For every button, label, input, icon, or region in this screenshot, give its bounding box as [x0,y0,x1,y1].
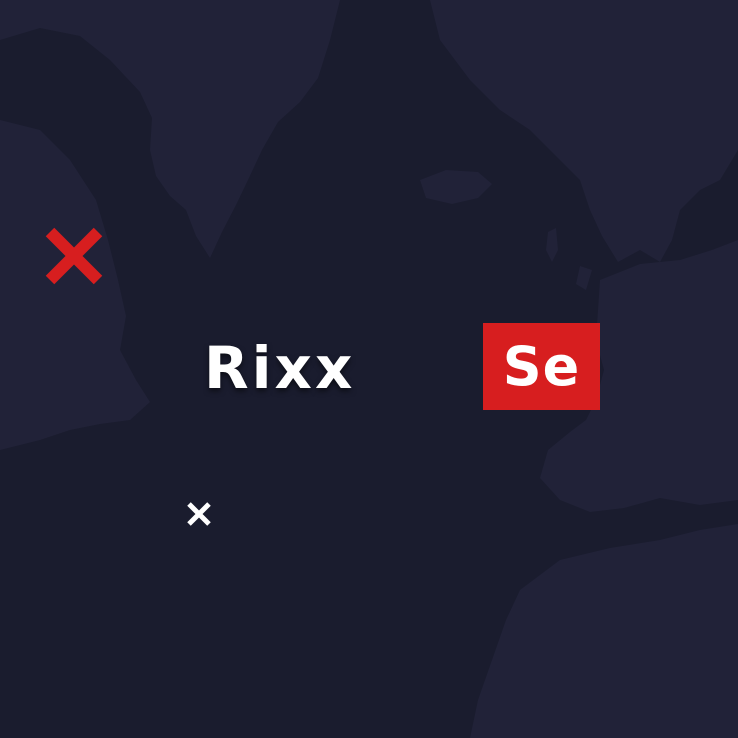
white-x-icon [187,502,211,526]
red-x-icon [45,227,103,285]
world-map-background [0,0,738,738]
landmass-africa [470,524,738,738]
brand-name-text: Rixx [204,334,356,402]
brand-badge: Se [483,323,600,410]
landmass-iceland [420,170,492,204]
brand-badge-label: Se [502,335,581,398]
landmass-islands [546,228,592,290]
map-stage: Rixx Se [0,0,738,738]
landmass-northeast [430,0,738,262]
